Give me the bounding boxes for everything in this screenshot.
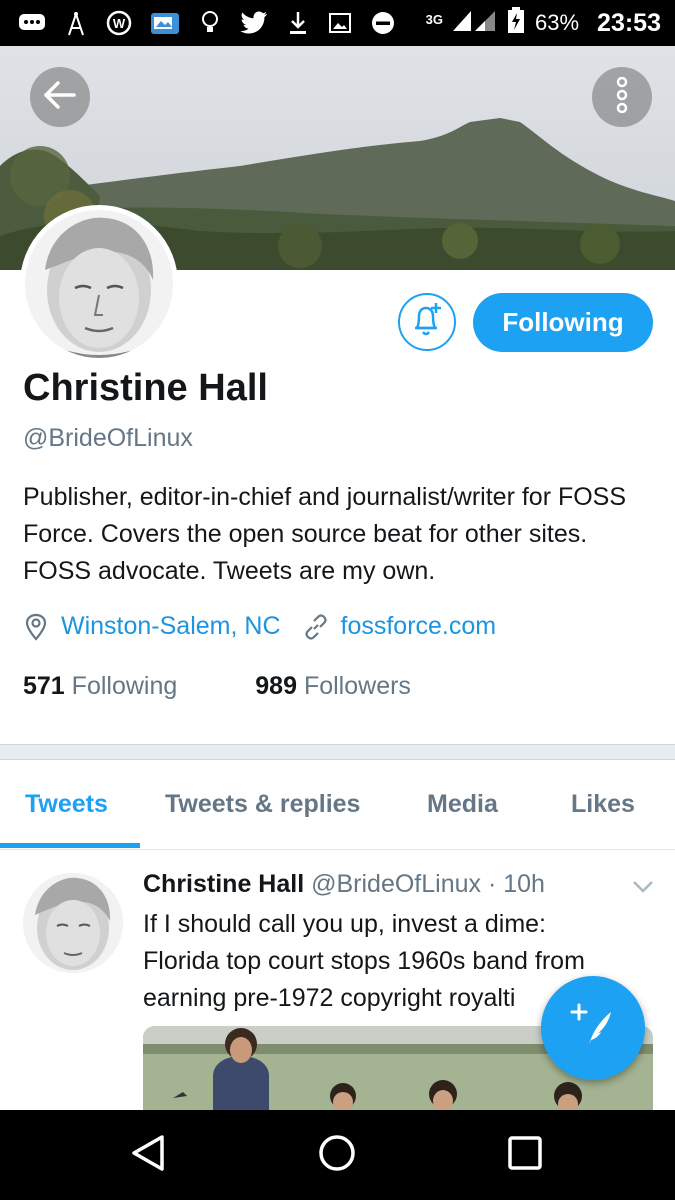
tweet-header: Christine Hall @BrideOfLinux · 10h bbox=[143, 870, 545, 899]
followers-label: Followers bbox=[303, 672, 411, 700]
following-button[interactable]: Following bbox=[473, 293, 653, 352]
gallery-icon bbox=[150, 8, 180, 38]
profile-meta: Winston-Salem, NC fossforce.com bbox=[23, 612, 496, 641]
tweet-text-line: Florida top court stops 1960s band from bbox=[143, 947, 585, 975]
more-vertical-icon bbox=[615, 76, 629, 118]
battery-icon bbox=[507, 6, 525, 40]
following-label: Following bbox=[71, 672, 178, 700]
tab-likes[interactable]: Likes bbox=[571, 759, 635, 849]
bell-plus-icon bbox=[407, 300, 447, 345]
following-count: 571 bbox=[23, 672, 65, 700]
profile-handle: @BrideOfLinux bbox=[23, 424, 193, 452]
tweet-author-handle[interactable]: @BrideOfLinux bbox=[311, 870, 481, 898]
section-divider bbox=[0, 744, 675, 760]
download-icon bbox=[286, 8, 310, 38]
battery-level: 63% bbox=[535, 10, 580, 35]
compose-tweet-button[interactable] bbox=[541, 976, 645, 1080]
followers-count-link[interactable]: 989 Followers bbox=[255, 672, 411, 701]
android-nav-bar bbox=[0, 1110, 675, 1200]
back-button[interactable] bbox=[30, 67, 90, 127]
more-options-button[interactable] bbox=[592, 67, 652, 127]
image-icon bbox=[328, 8, 352, 38]
tab-tweets-and-replies[interactable]: Tweets & replies bbox=[165, 759, 360, 849]
profile-name: Christine Hall bbox=[23, 367, 268, 409]
tweet-text-line: If I should call you up, invest a dime: bbox=[143, 910, 546, 938]
chat-icon bbox=[18, 8, 46, 38]
tab-media[interactable]: Media bbox=[427, 759, 498, 849]
tweet-author-avatar[interactable] bbox=[23, 873, 123, 973]
network-type: 3G bbox=[425, 12, 443, 27]
tweet-time: 10h bbox=[503, 870, 545, 898]
back-arrow-icon bbox=[43, 80, 77, 115]
follow-counts: 571 Following 989 Followers bbox=[23, 672, 411, 701]
antenna-icon bbox=[64, 8, 88, 38]
back-icon bbox=[130, 1133, 166, 1178]
profile-location: Winston-Salem, NC bbox=[61, 612, 281, 640]
lightbulb-icon bbox=[198, 8, 222, 38]
location-icon bbox=[23, 613, 49, 641]
signal-icon bbox=[453, 7, 497, 39]
link-icon bbox=[303, 613, 329, 640]
twitter-icon bbox=[240, 8, 268, 38]
recents-icon bbox=[507, 1135, 543, 1176]
followers-count: 989 bbox=[255, 672, 297, 700]
svg-text:W: W bbox=[113, 16, 126, 31]
nav-home-button[interactable] bbox=[307, 1130, 367, 1180]
following-count-link[interactable]: 571 Following bbox=[23, 672, 177, 701]
tweet-menu-chevron-down-icon[interactable] bbox=[632, 880, 654, 899]
home-icon bbox=[317, 1133, 357, 1178]
tweet-separator: · bbox=[487, 870, 497, 898]
profile-bio: Publisher, editor-in-chief and journalis… bbox=[23, 483, 627, 585]
nav-back-button[interactable] bbox=[118, 1130, 178, 1180]
active-tab-indicator bbox=[0, 843, 140, 848]
wordpress-icon: W bbox=[106, 8, 132, 38]
tweet-author-name[interactable]: Christine Hall bbox=[143, 870, 304, 898]
nav-recents-button[interactable] bbox=[495, 1130, 555, 1180]
profile-website-link[interactable]: fossforce.com bbox=[341, 612, 497, 641]
clock: 23:53 bbox=[597, 8, 661, 37]
dnd-icon bbox=[370, 8, 396, 38]
notifications-toggle-button[interactable] bbox=[398, 293, 456, 351]
tab-tweets[interactable]: Tweets bbox=[25, 759, 108, 849]
profile-tabs: Tweets Tweets & replies Media Likes bbox=[0, 759, 675, 850]
profile-avatar[interactable] bbox=[20, 205, 178, 363]
compose-tweet-icon bbox=[569, 1002, 617, 1055]
status-bar: W 3G 63% 23:53 bbox=[0, 0, 675, 46]
